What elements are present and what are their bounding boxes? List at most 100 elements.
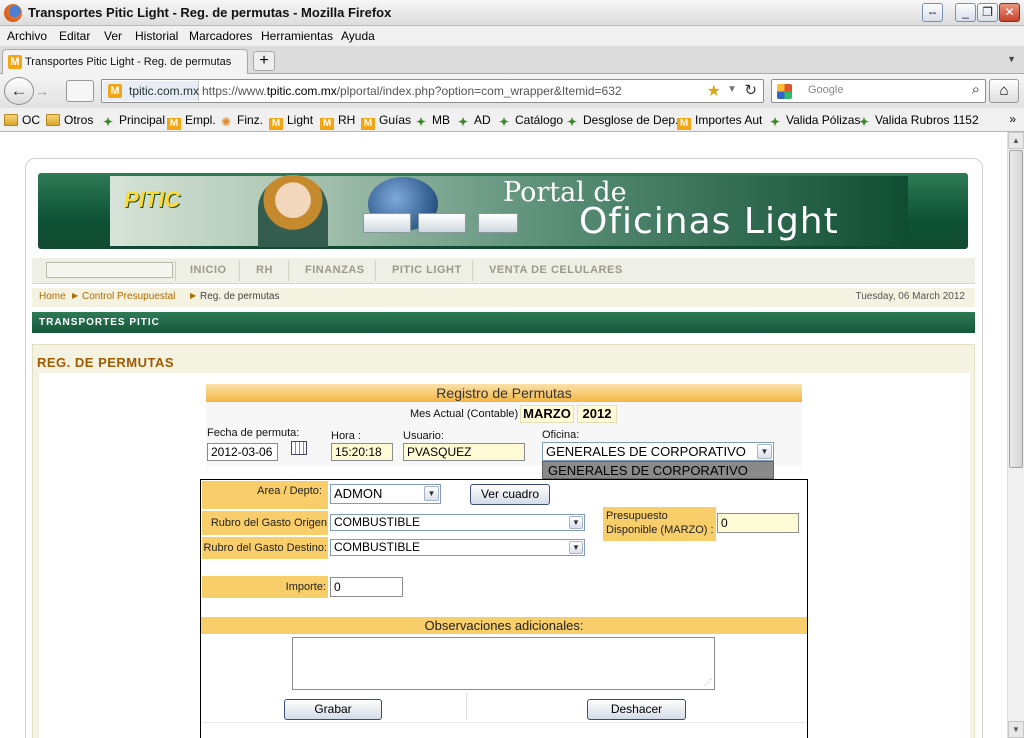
- menu-herramientas[interactable]: Herramientas: [261, 29, 333, 43]
- addon-icon[interactable]: [66, 80, 94, 102]
- site-favicon-icon: M: [108, 84, 122, 98]
- bookmark-mb[interactable]: ✦ MB: [414, 113, 450, 128]
- tab-label: Transportes Pitic Light - Reg. de permut…: [25, 56, 232, 68]
- anio-value: 2012: [577, 405, 617, 423]
- scroll-up-icon[interactable]: ▲: [1008, 132, 1024, 149]
- google-icon[interactable]: [777, 84, 792, 99]
- truck-image: [478, 213, 518, 233]
- menu-marcadores[interactable]: Marcadores: [189, 29, 252, 43]
- fecha-input[interactable]: 2012-03-06: [207, 443, 278, 461]
- new-tab-button[interactable]: +: [253, 51, 275, 71]
- truck-image: [418, 213, 466, 233]
- maximize-button[interactable]: ❐: [977, 3, 998, 22]
- url-text[interactable]: https://www.tpitic.com.mx/plportal/index…: [202, 84, 622, 98]
- form-header: Registro de Permutas: [206, 384, 802, 402]
- area-selected: ADMON: [334, 486, 383, 501]
- area-select[interactable]: ADMON ▼: [330, 484, 441, 504]
- portal-banner: PITIC Portal de Oficinas Light: [38, 173, 968, 249]
- oficina-select[interactable]: GENERALES DE CORPORATIVO ▼: [542, 442, 774, 461]
- nav-venta-celulares[interactable]: VENTA DE CELULARES: [489, 264, 623, 276]
- nav-divider: [472, 261, 473, 281]
- observaciones-textarea[interactable]: ⋰: [292, 637, 715, 690]
- hora-label: Hora :: [331, 430, 361, 442]
- oficina-label: Oficina:: [542, 429, 580, 441]
- home-button[interactable]: ⌂: [989, 79, 1019, 103]
- bookmark-importes[interactable]: M Importes Aut: [677, 113, 762, 130]
- bookmark-light[interactable]: M Light: [269, 113, 313, 130]
- url-bar[interactable]: M tpitic.com.mx https://www.tpitic.com.m…: [101, 79, 764, 103]
- bookmark-valida-rubros[interactable]: ✦ Valida Rubros 1152: [857, 113, 979, 128]
- chevron-down-icon[interactable]: ▼: [569, 516, 583, 529]
- bookmark-catalogo[interactable]: ✦ Catálogo: [497, 113, 563, 128]
- scroll-thumb[interactable]: [1009, 150, 1023, 468]
- bookmark-oc[interactable]: OC: [4, 113, 40, 127]
- search-icon[interactable]: ⌕: [972, 81, 980, 98]
- close-button[interactable]: ✕: [999, 3, 1020, 22]
- tab-active[interactable]: M Transportes Pitic Light - Reg. de perm…: [2, 49, 248, 74]
- usuario-input[interactable]: PVASQUEZ: [403, 443, 525, 461]
- nav-inicio[interactable]: INICIO: [190, 264, 227, 276]
- minimize-button[interactable]: _: [955, 3, 976, 22]
- url-dropdown-icon[interactable]: ▼: [727, 84, 737, 95]
- chevron-down-icon[interactable]: ▼: [569, 541, 583, 554]
- destino-select[interactable]: COMBUSTIBLE ▼: [330, 539, 585, 556]
- forward-button[interactable]: →: [35, 83, 49, 99]
- title-bar: Transportes Pitic Light - Reg. de permut…: [0, 0, 1024, 26]
- breadcrumb-home[interactable]: Home: [39, 291, 66, 302]
- mes-value: MARZO: [520, 405, 574, 423]
- scroll-down-icon[interactable]: ▼: [1008, 721, 1024, 738]
- restore-size-button[interactable]: ⇔: [922, 3, 943, 22]
- portal-search-input[interactable]: [46, 262, 173, 278]
- bookmark-otros[interactable]: Otros: [46, 113, 93, 127]
- folder-icon: [46, 114, 60, 126]
- folder-icon: [4, 114, 18, 126]
- bookmark-rh[interactable]: M RH: [320, 113, 355, 130]
- hora-input[interactable]: 15:20:18: [331, 443, 393, 461]
- breadcrumb-section[interactable]: Control Presupuestal: [82, 291, 175, 302]
- bookmark-finz[interactable]: ✺ Finz.: [219, 113, 263, 128]
- truck-image: [363, 213, 411, 233]
- page-title: REG. DE PERMUTAS: [37, 355, 175, 370]
- bookmark-valida-polizas[interactable]: ✦ Valida Pólizas: [768, 113, 861, 129]
- menu-ayuda[interactable]: Ayuda: [341, 29, 375, 43]
- search-placeholder: Google: [808, 84, 844, 96]
- usuario-label: Usuario:: [403, 430, 444, 442]
- runner-icon: ✦: [769, 115, 781, 129]
- grabar-button[interactable]: Grabar: [284, 699, 382, 720]
- breadcrumb-arrow-icon: ▶: [72, 291, 79, 300]
- bookmark-desglose[interactable]: ✦ Desglose de Dep.: [565, 113, 678, 128]
- vertical-scrollbar[interactable]: ▲ ▼: [1007, 132, 1024, 738]
- oficina-option[interactable]: GENERALES DE CORPORATIVO: [542, 461, 774, 479]
- tab-list-icon[interactable]: ▼: [1007, 54, 1016, 64]
- bookmark-ad[interactable]: ✦ AD: [456, 113, 491, 128]
- site-identity[interactable]: M tpitic.com.mx: [103, 81, 199, 101]
- nav-divider: [288, 261, 289, 281]
- nav-rh[interactable]: RH: [256, 264, 273, 276]
- menu-archivo[interactable]: Archivo: [7, 29, 47, 43]
- menu-editar[interactable]: Editar: [59, 29, 90, 43]
- deshacer-button[interactable]: Deshacer: [587, 699, 686, 720]
- reload-icon[interactable]: ↻: [744, 81, 757, 99]
- origen-select[interactable]: COMBUSTIBLE ▼: [330, 514, 585, 531]
- calendar-icon[interactable]: [291, 441, 307, 455]
- presupuesto-input[interactable]: 0: [717, 513, 799, 533]
- menu-ver[interactable]: Ver: [104, 29, 122, 43]
- back-button[interactable]: ←: [4, 77, 34, 105]
- bookmark-principal[interactable]: ✦ Principal: [101, 113, 165, 128]
- menu-historial[interactable]: Historial: [135, 29, 178, 43]
- form-divider: [201, 722, 807, 723]
- bookmark-guias[interactable]: M Guías: [361, 113, 411, 130]
- resize-grip-icon[interactable]: ⋰: [704, 679, 712, 687]
- nav-finanzas[interactable]: FINANZAS: [305, 264, 365, 276]
- bookmark-empl[interactable]: M Empl.: [167, 113, 216, 130]
- importe-input[interactable]: 0: [330, 577, 403, 597]
- nav-pitic-light[interactable]: PITIC LIGHT: [392, 264, 462, 276]
- chevron-down-icon[interactable]: ▼: [424, 486, 439, 501]
- bookmarks-overflow-icon[interactable]: »: [1009, 112, 1016, 126]
- presupuesto-cell: Presupuesto Disponible (MARZO) :: [603, 507, 716, 541]
- ver-cuadro-button[interactable]: Ver cuadro: [470, 484, 550, 505]
- chevron-down-icon[interactable]: ▼: [757, 444, 772, 459]
- bookmark-star-icon[interactable]: ★: [707, 81, 721, 101]
- menu-bar: Archivo Editar Ver Historial Marcadores …: [0, 26, 1024, 46]
- search-bar[interactable]: Google ⌕: [771, 79, 986, 103]
